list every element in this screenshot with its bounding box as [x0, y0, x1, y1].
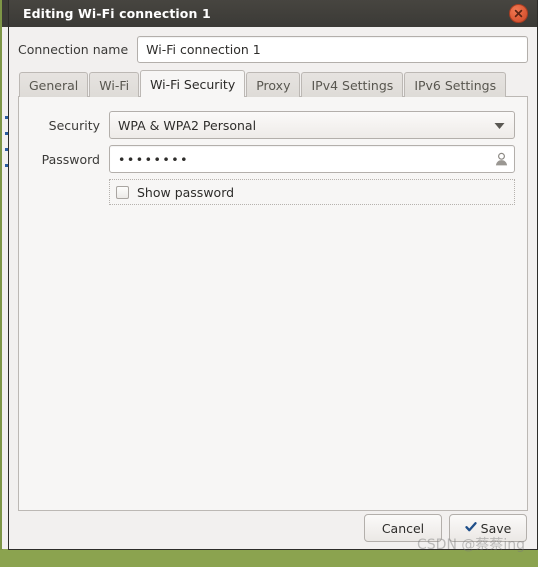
- tab-general[interactable]: General: [19, 72, 89, 97]
- desktop-bottom-strip: [0, 550, 538, 567]
- security-row: Security WPA & WPA2 Personal: [31, 111, 515, 139]
- window-titlebar[interactable]: Editing Wi-Fi connection 1: [9, 0, 537, 27]
- window-title: Editing Wi-Fi connection 1: [23, 6, 211, 21]
- tab-wifi-security[interactable]: Wi-Fi Security: [140, 70, 246, 97]
- cancel-button-label: Cancel: [381, 520, 425, 536]
- connection-name-label: Connection name: [18, 41, 129, 57]
- password-label: Password: [41, 151, 100, 167]
- security-label: Security: [48, 117, 100, 133]
- tab-proxy[interactable]: Proxy: [246, 72, 301, 97]
- cancel-button[interactable]: Cancel: [364, 514, 442, 542]
- dialog-footer: Cancel Save: [9, 511, 537, 549]
- show-password-label: Show password: [137, 184, 235, 200]
- save-button-label: Save: [480, 520, 512, 536]
- dialog-body: Connection name General Wi-Fi Wi-Fi Secu…: [9, 27, 537, 511]
- tab-ipv6-settings[interactable]: IPv6 Settings: [404, 72, 507, 97]
- tab-ipv4-settings[interactable]: IPv4 Settings: [301, 72, 404, 97]
- password-row: Password: [31, 145, 515, 173]
- chevron-down-icon: [494, 118, 505, 133]
- password-input[interactable]: [110, 146, 488, 172]
- connection-name-row: Connection name: [18, 35, 528, 63]
- security-dropdown[interactable]: WPA & WPA2 Personal: [109, 111, 515, 139]
- show-password-checkbox-row[interactable]: Show password: [109, 179, 515, 205]
- user-person-icon[interactable]: [488, 146, 514, 172]
- edit-connection-dialog: Editing Wi-Fi connection 1 Connection na…: [8, 0, 538, 550]
- password-field-wrapper: [109, 145, 515, 173]
- security-dropdown-value: WPA & WPA2 Personal: [118, 117, 257, 133]
- check-icon: [465, 521, 481, 536]
- connection-name-input[interactable]: [137, 35, 528, 63]
- tab-wifi[interactable]: Wi-Fi: [89, 72, 140, 97]
- save-button[interactable]: Save: [449, 514, 527, 542]
- settings-tabs: General Wi-Fi Wi-Fi Security Proxy IPv4 …: [18, 70, 528, 97]
- close-icon[interactable]: [509, 4, 528, 23]
- show-password-checkbox[interactable]: [116, 185, 129, 199]
- wifi-security-panel: Security WPA & WPA2 Personal Password ••…: [18, 96, 528, 511]
